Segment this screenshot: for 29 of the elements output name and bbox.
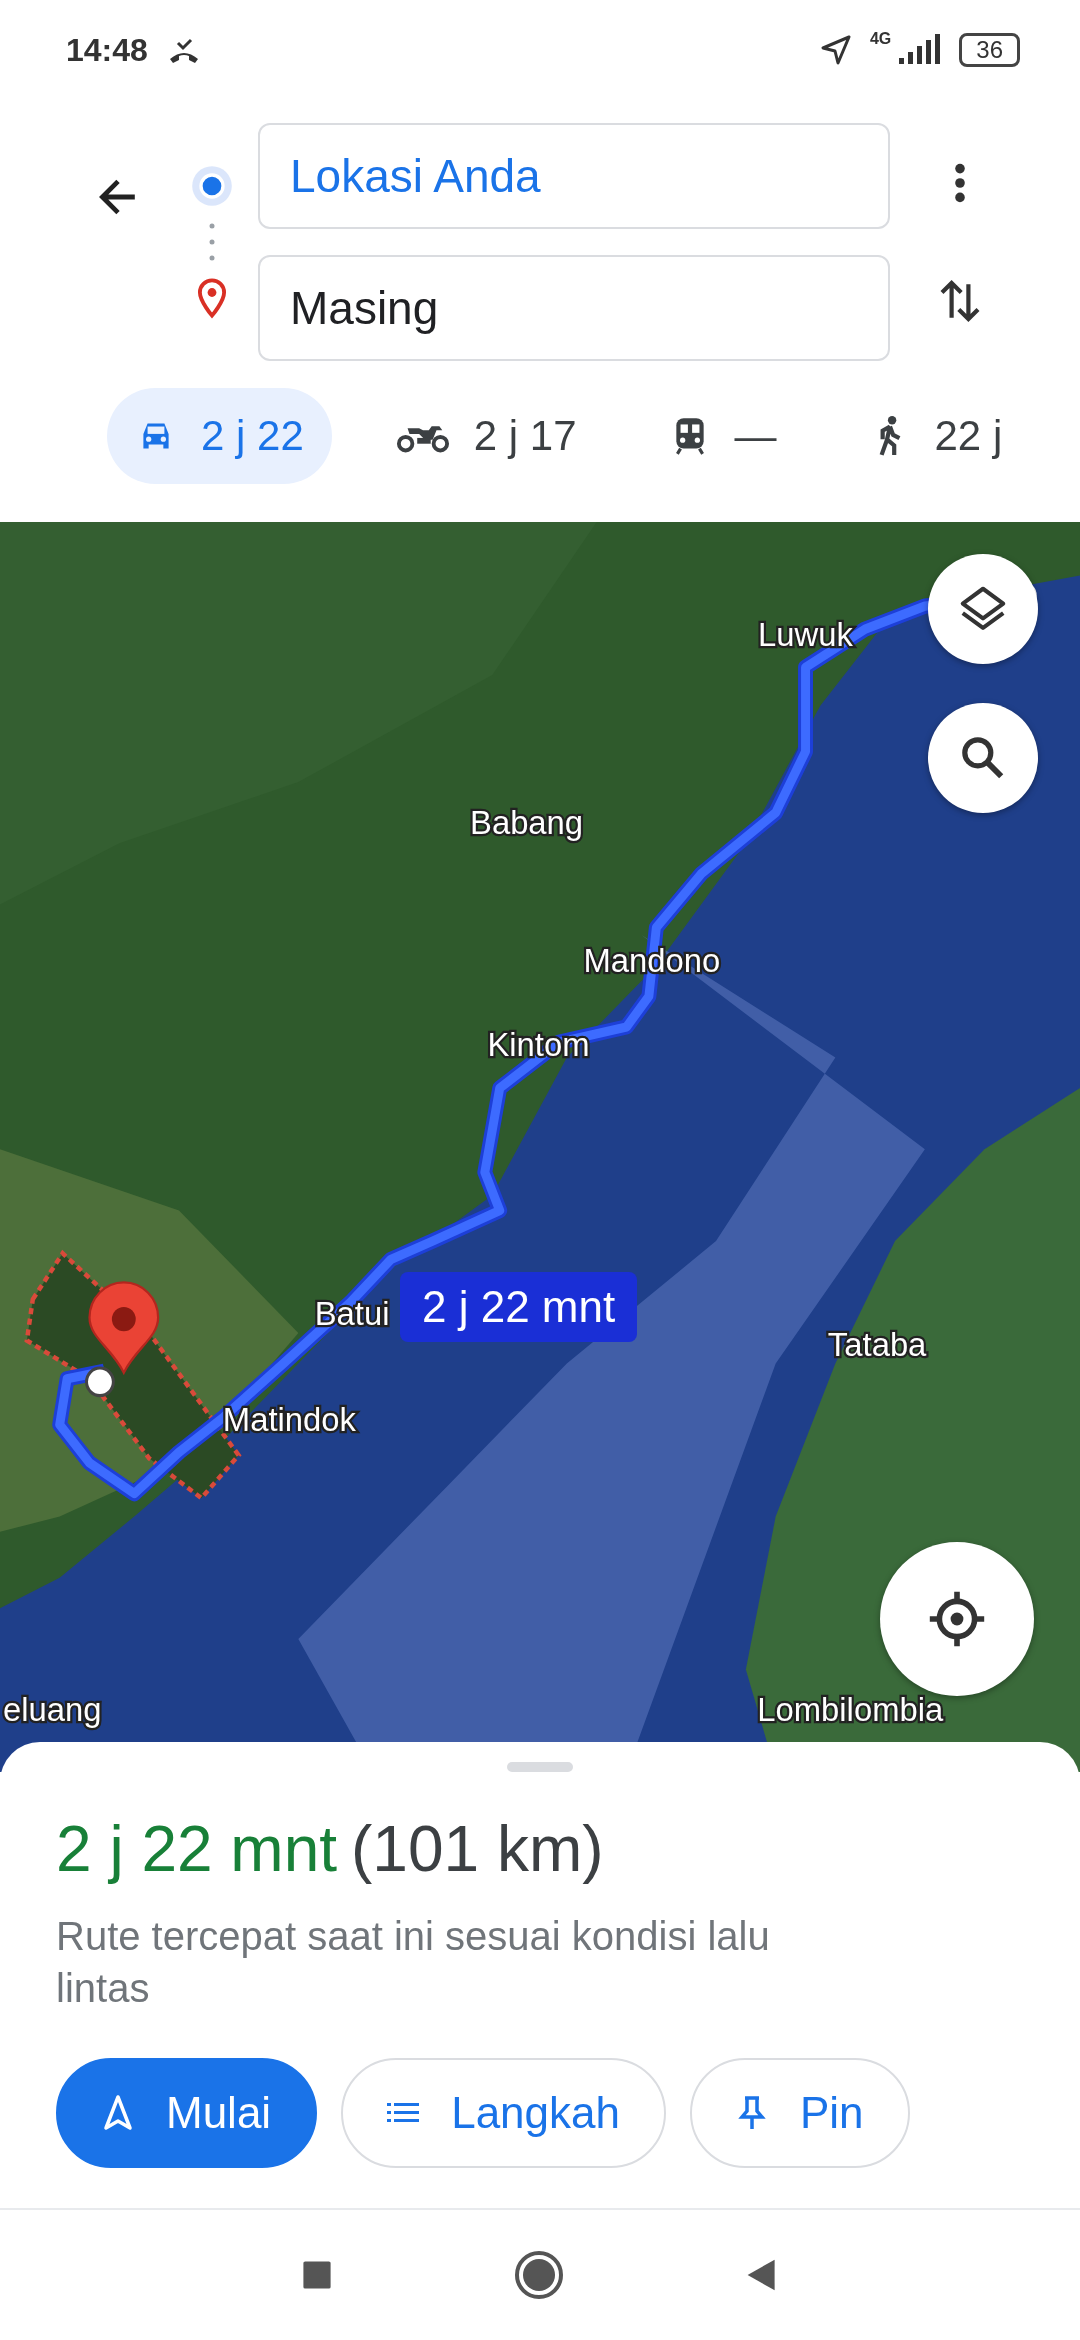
- route-distance: (101 km): [351, 1814, 604, 1885]
- start-button[interactable]: Mulai: [56, 2058, 318, 2169]
- route-duration: 2 j 22 mnt: [56, 1814, 338, 1885]
- route-note: Rute tercepat saat ini sesuai kondisi lalu lintas: [56, 1913, 771, 2013]
- map-place-label: Babang: [470, 803, 584, 841]
- map-place-label: Batui: [314, 1294, 390, 1333]
- map-place-label: Tataba: [827, 1325, 927, 1363]
- travel-mode-tab[interactable]: 2 j 22: [107, 388, 332, 484]
- destination-field[interactable]: Masing: [258, 255, 890, 361]
- signal-icon: [897, 34, 942, 66]
- map-place-label: Lombilombia: [757, 1690, 944, 1729]
- drag-handle[interactable]: [507, 1762, 573, 1772]
- steps-button[interactable]: Langkah: [341, 2058, 666, 2169]
- home-button[interactable]: [514, 2250, 564, 2300]
- pin-button[interactable]: Pin: [690, 2058, 910, 2169]
- map-place-label: Matindok: [222, 1400, 356, 1438]
- travel-mode-tab[interactable]: —: [640, 388, 805, 484]
- travel-mode-tab[interactable]: 2 j 17: [367, 388, 605, 484]
- network-type: 4G: [869, 30, 892, 48]
- status-time: 14:48: [66, 31, 148, 69]
- location-arrow-icon: [819, 34, 852, 66]
- origin-dot-icon: [190, 164, 234, 208]
- route-duration-label: 2 j 22 mnt: [400, 1272, 638, 1342]
- map-place-label: eluang: [3, 1690, 102, 1729]
- travel-mode-tab[interactable]: 22 j: [840, 388, 1031, 484]
- destination-marker-icon: [88, 1281, 160, 1374]
- recent-apps-button[interactable]: [300, 2258, 334, 2292]
- origin-field[interactable]: Lokasi Anda: [258, 123, 890, 229]
- battery-indicator: 36: [959, 33, 1020, 67]
